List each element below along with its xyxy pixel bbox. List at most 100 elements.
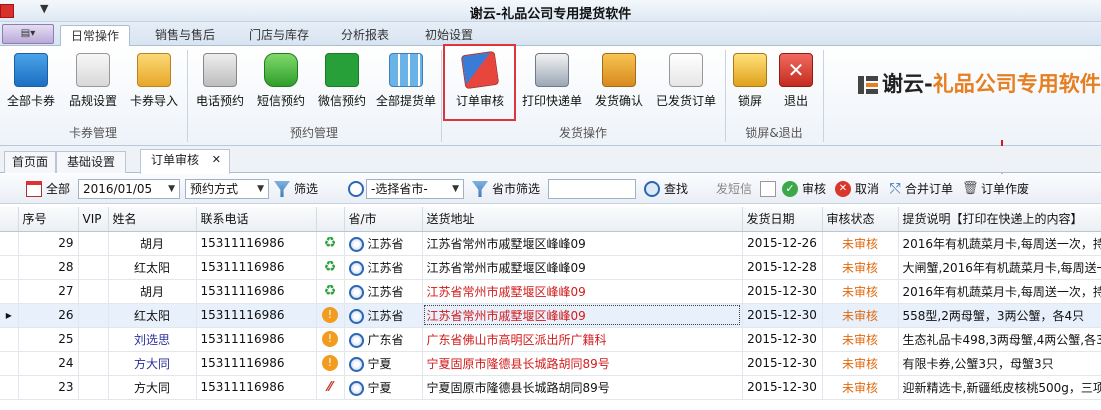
audit-status[interactable]: 未审核 [822,375,899,400]
province-filter-button[interactable]: 省市筛选 [492,181,540,197]
audit-status[interactable]: 未审核 [822,303,899,328]
row-indicator[interactable] [0,231,19,256]
row-indicator[interactable] [0,255,19,280]
delivery-address[interactable]: 江苏省常州市戚墅堰区峰峰09 [422,279,743,304]
column-header[interactable] [316,207,345,232]
audit-status[interactable]: 未审核 [822,327,899,352]
row-indicator[interactable]: ▸ [0,303,19,328]
merge-orders-button[interactable]: 合并订单 [905,181,953,197]
customer-name[interactable]: 方大同 [108,375,197,400]
date-picker[interactable]: 2016/01/05 ▼ [78,179,180,199]
vip-cell[interactable] [78,303,109,328]
phone-number[interactable]: 15311116986 [196,327,317,352]
status-icon-cell[interactable]: ! [316,303,345,328]
import-cards-button[interactable]: 卡券导入 [125,48,183,118]
province-cell[interactable]: 江苏省 [344,255,423,280]
cancel-button[interactable]: 取消 [855,181,879,197]
all-cards-button[interactable]: 全部卡券 [2,48,60,118]
spec-settings-button[interactable]: 品规设置 [62,48,124,118]
customer-name[interactable]: 方大同 [108,351,197,376]
column-header[interactable]: 省/市 [344,207,423,232]
audit-status[interactable]: 未审核 [822,279,899,304]
tab-sales[interactable]: 销售与售后 [146,25,224,46]
column-header[interactable]: 发货日期 [742,207,823,232]
province-cell[interactable]: 广东省 [344,327,423,352]
table-row[interactable]: 29 胡月 15311116986 ♻ 江苏省 江苏省常州市戚墅堰区峰峰09 2015-12… [0,231,1101,256]
phone-number[interactable]: 15311116986 [196,375,317,400]
pickup-note[interactable]: 大闸蟹,2016年有机蔬菜月卡,每周送一 [898,255,1101,280]
province-cell[interactable]: 宁夏 [344,351,423,376]
pickup-note[interactable]: 2016年有机蔬菜月卡,每周送一次，持 [898,279,1101,304]
tab-reports[interactable]: 分析报表 [334,25,396,46]
tab-store[interactable]: 门店与库存 [240,25,318,46]
table-row[interactable]: 25 刘选思 15311116986! 广东省 广东省佛山市高明区派出所广籍科 2015-… [0,327,1101,352]
print-waybill-button[interactable]: 打印快递单 [518,48,586,118]
row-indicator[interactable] [0,351,19,376]
customer-name[interactable]: 刘选思 [108,327,197,352]
row-number[interactable]: 26 [18,303,79,328]
confirm-shipping-button[interactable]: 发货确认 [588,48,650,118]
row-number[interactable]: 28 [18,255,79,280]
row-number[interactable]: 24 [18,351,79,376]
column-header[interactable]: 序号 [18,207,79,232]
phone-number[interactable]: 15311116986 [196,231,317,256]
audit-status[interactable]: 未审核 [822,255,899,280]
table-row[interactable]: ▸ 26 红太阳 15311116986! 江苏省 江苏省常州市戚墅堰区峰峰09 2015-… [0,303,1101,328]
app-menu-button[interactable]: ▤▾ [2,24,54,44]
booking-method-select[interactable]: 预约方式 ▼ [185,179,269,199]
filter-button[interactable]: 筛选 [294,181,318,197]
ship-date[interactable]: 2015-12-30 [742,303,823,328]
column-header[interactable]: 姓名 [108,207,197,232]
row-number[interactable]: 29 [18,231,79,256]
vip-cell[interactable] [78,327,109,352]
tab-daily[interactable]: 日常操作 [60,25,130,46]
pickup-note[interactable]: 有限卡券,公蟹3只，母蟹3只 [898,351,1101,376]
status-icon-cell[interactable]: ! [316,327,345,352]
all-pickups-button[interactable]: 全部提货单 [374,48,438,118]
delivery-address[interactable]: 宁夏固原市隆德县长城路胡同89号 [422,375,743,400]
lock-screen-button[interactable]: 锁屏 [730,48,770,118]
doc-tab-home[interactable]: 首页面 [4,151,56,173]
doc-tab-order-audit[interactable]: 订单审核 ✕ [140,149,230,174]
column-header[interactable]: 联系电话 [196,207,317,232]
ship-date[interactable]: 2015-12-30 [742,279,823,304]
sms-checkbox[interactable] [760,181,776,197]
wechat-booking-button[interactable]: 微信预约 [313,48,371,118]
tab-settings[interactable]: 初始设置 [414,25,484,46]
phone-booking-button[interactable]: 电话预约 [191,48,249,118]
column-header[interactable]: VIP [78,207,109,232]
phone-number[interactable]: 15311116986 [196,351,317,376]
phone-number[interactable]: 15311116986 [196,279,317,304]
vip-cell[interactable] [78,375,109,400]
table-row[interactable]: 24 方大同 15311116986! 宁夏 宁夏固原市隆德县长城路胡同89号 2015-… [0,351,1101,376]
column-header[interactable]: 提货说明【打印在快递上的内容】 [898,207,1101,232]
province-select[interactable]: -选择省市- ▼ [366,179,464,199]
ship-date[interactable]: 2015-12-30 [742,351,823,376]
customer-name[interactable]: 红太阳 [108,303,197,328]
status-icon-cell[interactable]: ♻ [316,279,345,304]
search-button[interactable]: 查找 [664,181,688,197]
province-cell[interactable]: 江苏省 [344,231,423,256]
customer-name[interactable]: 红太阳 [108,255,197,280]
table-row[interactable]: 23 方大同 15311116986 ⁄⁄ 宁夏 宁夏固原市隆德县长城路胡同89号 2015… [0,375,1101,400]
customer-name[interactable]: 胡月 [108,231,197,256]
table-row[interactable]: 27 胡月 15311116986 ♻ 江苏省 江苏省常州市戚墅堰区峰峰09 2015-12… [0,279,1101,304]
audit-button[interactable]: 审核 [802,181,826,197]
vip-cell[interactable] [78,255,109,280]
void-order-button[interactable]: 订单作废 [981,181,1029,197]
vip-cell[interactable] [78,279,109,304]
province-cell[interactable]: 江苏省 [344,279,423,304]
customer-name[interactable]: 胡月 [108,279,197,304]
delivery-address[interactable]: 宁夏固原市隆德县长城路胡同89号 [422,351,743,376]
row-indicator[interactable] [0,327,19,352]
status-icon-cell[interactable]: ⁄⁄ [316,375,345,400]
status-icon-cell[interactable]: ♻ [316,231,345,256]
send-sms-button[interactable]: 发短信 [716,181,752,197]
ship-date[interactable]: 2015-12-26 [742,231,823,256]
ship-date[interactable]: 2015-12-28 [742,255,823,280]
table-row[interactable]: 28 红太阳 15311116986 ♻ 江苏省 江苏省常州市戚墅堰区峰峰09 2015-1… [0,255,1101,280]
row-number[interactable]: 23 [18,375,79,400]
close-tab-icon[interactable]: ✕ [212,150,221,170]
phone-number[interactable]: 15311116986 [196,303,317,328]
exit-button[interactable]: ✕ 退出 [774,48,818,118]
